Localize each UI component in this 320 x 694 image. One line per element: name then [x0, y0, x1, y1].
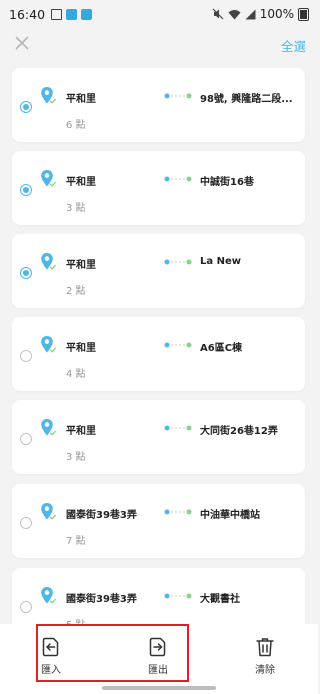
location-pin-icon: [41, 419, 56, 436]
route-connector-icon: [164, 259, 192, 265]
route-radio[interactable]: [20, 433, 32, 445]
route-destination: 中油華中橋站: [200, 510, 260, 521]
route-origin: 平和里: [66, 343, 96, 354]
route-connector-icon: [164, 509, 192, 515]
export-label: 匯出: [148, 665, 168, 676]
route-points: 3 點: [66, 452, 86, 463]
route-origin: 平和里: [66, 177, 96, 188]
close-icon: [15, 36, 29, 50]
route-origin: 平和里: [66, 260, 96, 271]
app-notification-icon-2: [81, 8, 93, 20]
route-card[interactable]: 國泰街39巷3弄 大觀書社 5 點: [12, 568, 305, 624]
route-card[interactable]: 國泰街39巷3弄 中油華中橋站 7 點: [12, 484, 305, 558]
route-points: 3 點: [66, 203, 86, 214]
location-pin-icon: [41, 87, 56, 104]
wifi-icon: [228, 9, 241, 19]
route-points: 2 點: [66, 286, 86, 297]
route-origin: 國泰街39巷3弄: [66, 594, 137, 605]
clear-button[interactable]: 清除: [241, 636, 289, 676]
export-button[interactable]: 匯出: [134, 636, 182, 676]
route-destination: 大同街26巷12弄: [200, 426, 278, 437]
app-notification-icon: [66, 8, 78, 20]
location-pin-icon: [41, 503, 56, 520]
route-origin: 平和里: [66, 94, 96, 105]
route-destination: La New: [200, 256, 241, 267]
route-points: 6 點: [66, 120, 86, 131]
route-connector-icon: [164, 342, 192, 348]
route-points: 7 點: [66, 536, 86, 547]
location-pin-icon: [41, 253, 56, 270]
route-destination: 98號, 興隆路二段...: [200, 94, 293, 105]
status-time: 16:40: [9, 6, 46, 22]
select-all-button[interactable]: 全選: [281, 36, 306, 55]
route-radio[interactable]: [20, 267, 32, 279]
route-connector-icon: [164, 93, 192, 99]
location-pin-icon: [41, 170, 56, 187]
route-list: 平和里 98號, 興隆路二段... 6 點 平和里 中誠街16巷 3 點 平和里…: [0, 64, 318, 624]
route-card[interactable]: 平和里 A6區C棟 4 點: [12, 317, 305, 391]
export-icon: [149, 637, 166, 657]
route-connector-icon: [164, 425, 192, 431]
import-icon: [42, 637, 59, 657]
clear-label: 清除: [255, 665, 275, 676]
home-indicator[interactable]: [102, 686, 216, 690]
top-bar: 全選: [0, 28, 318, 60]
battery-percent: 100%: [259, 7, 294, 21]
route-radio[interactable]: [20, 184, 32, 196]
route-connector-icon: [164, 176, 192, 182]
close-button[interactable]: [10, 31, 34, 55]
location-pin-icon: [41, 587, 56, 604]
route-connector-icon: [164, 593, 192, 599]
trash-icon: [256, 638, 274, 657]
image-notification-icon: [51, 8, 63, 20]
status-bar: 16:40 100%: [0, 0, 318, 28]
route-destination: 大觀書社: [200, 594, 240, 605]
route-card[interactable]: 平和里 98號, 興隆路二段... 6 點: [12, 68, 305, 142]
status-left: 16:40: [9, 6, 93, 22]
route-destination: A6區C棟: [200, 343, 243, 354]
route-card[interactable]: 平和里 大同街26巷12弄 3 點: [12, 400, 305, 474]
route-card[interactable]: 平和里 中誠街16巷 3 點: [12, 151, 305, 225]
route-destination: 中誠街16巷: [200, 177, 254, 188]
import-button[interactable]: 匯入: [27, 636, 75, 676]
route-points: 4 點: [66, 369, 86, 380]
mute-icon: [212, 8, 224, 20]
status-right: 100%: [212, 7, 309, 21]
bottom-action-bar: 匯入 匯出 清除: [0, 624, 318, 694]
route-points: 5 點: [66, 616, 86, 624]
battery-icon: [298, 7, 309, 21]
location-pin-icon: [41, 336, 56, 353]
route-radio[interactable]: [20, 517, 32, 529]
signal-icon: [245, 9, 256, 19]
route-radio[interactable]: [20, 350, 32, 362]
route-origin: 平和里: [66, 426, 96, 437]
route-radio[interactable]: [20, 601, 32, 613]
route-radio[interactable]: [20, 101, 32, 113]
import-label: 匯入: [41, 665, 61, 676]
route-origin: 國泰街39巷3弄: [66, 510, 137, 521]
route-card[interactable]: 平和里 La New 2 點: [12, 234, 305, 308]
